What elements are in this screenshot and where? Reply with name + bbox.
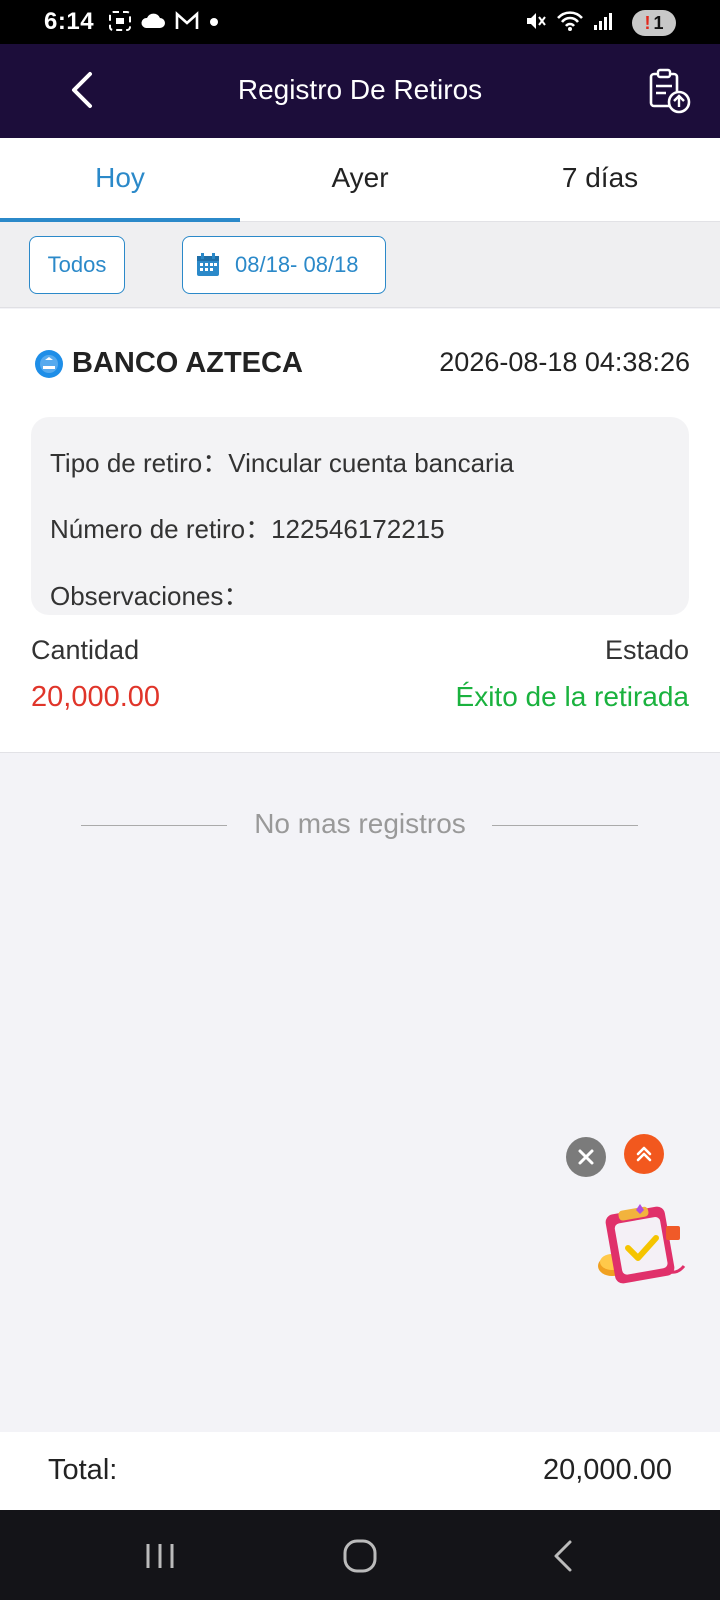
- gift-checklist-icon: [598, 1204, 686, 1284]
- system-back-button[interactable]: [540, 1532, 588, 1580]
- bank-name: BANCO AZTECA: [72, 347, 303, 379]
- calendar-icon: [197, 253, 219, 276]
- status-bar: 6:14 ! 1: [0, 0, 720, 44]
- no-more-records: No mas registros: [254, 808, 466, 839]
- bank-row: BANCO AZTECA: [34, 347, 303, 380]
- cloud-icon: [141, 13, 165, 28]
- filter-all-button[interactable]: Todos: [29, 236, 125, 294]
- date-tabs: Hoy Ayer 7 días: [0, 138, 720, 222]
- tab-today[interactable]: Hoy: [0, 138, 240, 222]
- close-icon: [578, 1149, 594, 1165]
- home-button[interactable]: [336, 1532, 384, 1580]
- withdrawal-number-row: Número de retiro：122546172215: [50, 509, 445, 546]
- withdrawal-number-label: Número de retiro：: [50, 514, 272, 544]
- status-time: 6:14: [44, 8, 95, 35]
- mail-icon: [175, 11, 199, 29]
- signal-icon: [594, 13, 612, 30]
- wifi-icon: [557, 11, 583, 31]
- page-title: Registro De Retiros: [237, 74, 483, 105]
- total-value: 20,000.00: [542, 1454, 672, 1486]
- export-records-button[interactable]: [644, 66, 694, 116]
- filter-bar: Todos 08/18- 08/18: [0, 222, 720, 308]
- total-label: Total:: [48, 1454, 118, 1486]
- divider-right: [492, 825, 638, 826]
- bank-logo-icon: [35, 349, 63, 378]
- status-left-icons: [108, 10, 220, 32]
- home-icon: [343, 1539, 377, 1573]
- system-nav-bar: [0, 1510, 720, 1600]
- notes-row: Observaciones：: [50, 576, 249, 613]
- date-range-label: 08/18- 08/18: [235, 252, 359, 277]
- chevron-left-icon: [554, 1540, 572, 1572]
- withdrawal-type-label: Tipo de retiro：: [50, 448, 229, 478]
- notification-count: 1: [653, 12, 664, 33]
- app-header: Registro De Retiros: [0, 44, 720, 138]
- status-label: Estado: [604, 635, 689, 665]
- amount-value: 20,000.00: [31, 681, 161, 713]
- status-value: Éxito de la retirada: [455, 681, 689, 712]
- screenshot-icon: [109, 11, 131, 31]
- scroll-top-button[interactable]: [624, 1134, 664, 1174]
- double-chevron-up-icon: [636, 1146, 652, 1162]
- promo-gift-button[interactable]: [594, 1196, 694, 1296]
- mute-icon: [527, 13, 546, 29]
- total-bar: Total: 20,000.00: [0, 1432, 720, 1510]
- record-details: Tipo de retiro：Vincular cuenta bancaria …: [31, 417, 689, 615]
- status-right-icons: [524, 10, 614, 32]
- notification-badge: ! 1: [632, 10, 676, 36]
- withdrawal-number-value: 122546172215: [271, 514, 445, 544]
- tab-7-days[interactable]: 7 días: [480, 138, 720, 221]
- record-datetime: 2026-08-18 04:38:26: [439, 347, 690, 377]
- dot-icon: [210, 18, 218, 26]
- tab-yesterday[interactable]: Ayer: [240, 138, 480, 221]
- withdrawal-record: BANCO AZTECA 2026-08-18 04:38:26 Tipo de…: [0, 309, 720, 753]
- date-range-button[interactable]: 08/18- 08/18: [182, 236, 386, 294]
- recent-apps-button[interactable]: [136, 1532, 184, 1580]
- recent-apps-icon: [146, 1544, 174, 1568]
- clipboard-upload-icon: [649, 68, 691, 114]
- withdrawal-type-value: Vincular cuenta bancaria: [228, 448, 514, 478]
- amount-label: Cantidad: [31, 635, 140, 665]
- withdrawal-type-row: Tipo de retiro：Vincular cuenta bancaria: [50, 443, 514, 480]
- close-promo-button[interactable]: [566, 1137, 606, 1177]
- notes-label: Observaciones：: [50, 581, 250, 611]
